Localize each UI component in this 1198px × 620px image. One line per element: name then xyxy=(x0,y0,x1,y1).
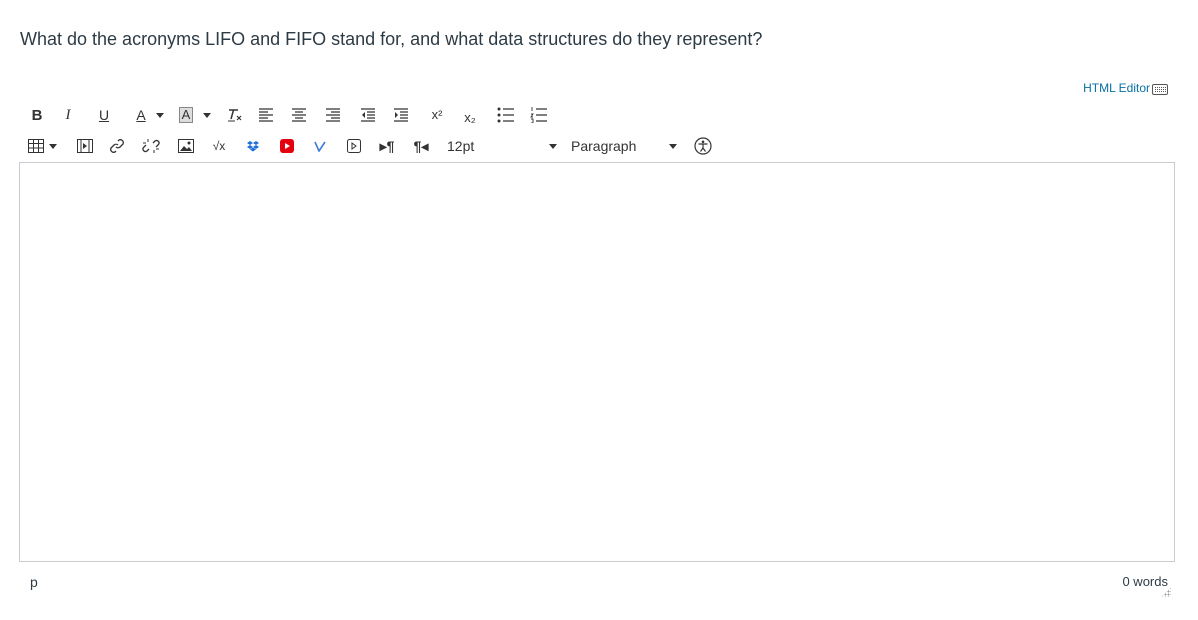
youtube-icon xyxy=(280,139,294,153)
chevron-down-icon xyxy=(155,112,164,118)
vimeo-button[interactable] xyxy=(313,136,327,156)
subscript-icon: x₂ xyxy=(464,109,476,125)
dropbox-button[interactable] xyxy=(246,136,260,156)
accessibility-icon xyxy=(694,137,712,155)
rtl-button[interactable]: ¶◂ xyxy=(412,136,430,156)
html-editor-link[interactable]: HTML Editor xyxy=(1083,80,1168,95)
media-icon xyxy=(77,139,93,153)
bullet-list-icon xyxy=(497,107,514,123)
link-button[interactable] xyxy=(109,136,125,156)
html-editor-label: HTML Editor xyxy=(1083,80,1150,95)
align-center-icon xyxy=(292,108,306,122)
bold-button[interactable]: B xyxy=(30,105,44,125)
vimeo-icon xyxy=(314,141,326,152)
unlink-button[interactable] xyxy=(142,136,160,156)
chevron-down-icon xyxy=(48,143,57,149)
keyboard-icon xyxy=(1152,84,1168,95)
align-right-button[interactable] xyxy=(325,105,341,125)
question-text: What do the acronyms LIFO and FIFO stand… xyxy=(20,29,763,49)
image-icon xyxy=(178,139,194,153)
youtube-button[interactable] xyxy=(279,136,295,156)
text-color-label: A xyxy=(136,107,146,123)
underline-button[interactable]: U xyxy=(97,105,111,125)
clear-formatting-icon xyxy=(228,109,242,122)
media-button[interactable] xyxy=(77,136,93,156)
superscript-button[interactable]: x² xyxy=(428,104,446,124)
table-icon xyxy=(27,139,44,153)
text-color-button[interactable]: A xyxy=(131,105,169,125)
ltr-icon: ▸¶ xyxy=(379,137,395,154)
embed-icon xyxy=(347,139,361,153)
indent-button[interactable] xyxy=(393,105,409,125)
indent-icon xyxy=(394,108,408,122)
image-button[interactable] xyxy=(178,136,194,156)
chevron-down-icon xyxy=(203,112,212,118)
font-size-select[interactable]: 12pt xyxy=(447,136,557,156)
numbered-list-icon xyxy=(530,107,547,123)
superscript-icon: x² xyxy=(431,106,443,122)
dropbox-icon xyxy=(247,141,259,152)
align-right-icon xyxy=(326,108,340,122)
accessibility-checker-button[interactable] xyxy=(694,136,712,156)
align-left-icon xyxy=(259,108,273,122)
font-size-value: 12pt xyxy=(447,138,475,154)
bullet-list-button[interactable] xyxy=(497,105,515,125)
block-format-select[interactable]: Paragraph xyxy=(571,136,677,156)
chevron-down-icon xyxy=(549,143,557,149)
align-left-button[interactable] xyxy=(258,105,274,125)
italic-button[interactable]: I xyxy=(62,105,74,125)
align-center-button[interactable] xyxy=(291,105,307,125)
word-count: 0 words xyxy=(1122,574,1168,589)
math-button[interactable]: √x xyxy=(210,136,228,156)
embed-button[interactable] xyxy=(346,136,362,156)
block-format-value: Paragraph xyxy=(571,138,637,154)
math-icon: √x xyxy=(212,139,226,153)
background-color-button[interactable]: A xyxy=(176,105,214,125)
link-icon xyxy=(110,139,124,153)
subscript-button[interactable]: x₂ xyxy=(461,107,479,127)
rich-text-editor-area[interactable] xyxy=(19,162,1175,562)
background-color-label: A xyxy=(178,107,194,123)
ltr-button[interactable]: ▸¶ xyxy=(378,136,396,156)
clear-formatting-button[interactable] xyxy=(226,105,242,125)
unlink-icon xyxy=(142,139,160,153)
outdent-icon xyxy=(361,108,375,122)
table-button[interactable] xyxy=(27,136,57,156)
outdent-button[interactable] xyxy=(360,105,376,125)
chevron-down-icon xyxy=(669,143,677,149)
element-path[interactable]: p xyxy=(30,574,38,590)
rtl-icon: ¶◂ xyxy=(413,137,429,154)
numbered-list-button[interactable] xyxy=(530,105,548,125)
